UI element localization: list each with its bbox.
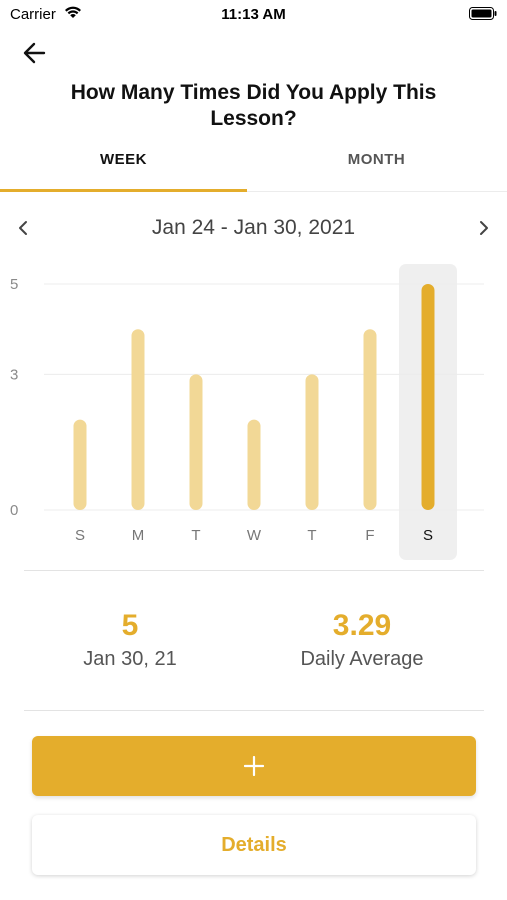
- add-button[interactable]: [32, 736, 476, 796]
- bar-0: [73, 419, 87, 510]
- plus-icon: [244, 756, 264, 776]
- daily-average-value: 3.29: [332, 609, 392, 642]
- y-tick-label: 5: [10, 276, 18, 293]
- bar-1: [131, 329, 145, 510]
- next-week-button[interactable]: [473, 216, 495, 240]
- x-tick-label: W: [247, 527, 262, 544]
- bar-6: [421, 284, 435, 510]
- x-tick-label: F: [365, 527, 374, 544]
- selected-day-stat: 5 Jan 30, 21: [30, 608, 230, 672]
- divider: [24, 570, 484, 571]
- date-range-nav: Jan 24 - Jan 30, 2021: [0, 210, 507, 246]
- bar-2: [189, 374, 203, 510]
- x-tick-label: M: [132, 527, 145, 544]
- battery-icon: [469, 7, 497, 20]
- back-button[interactable]: [20, 40, 50, 66]
- x-tick-label: S: [423, 527, 433, 544]
- bar-5: [363, 329, 377, 510]
- chevron-right-icon: [480, 221, 488, 235]
- x-tick-label: T: [191, 527, 200, 544]
- daily-average-stat: 3.29 Daily Average: [262, 608, 462, 672]
- daily-average-label: Daily Average: [300, 648, 424, 670]
- x-tick-label: T: [307, 527, 316, 544]
- tab-selected-indicator: [0, 189, 247, 192]
- tab-month[interactable]: MONTH: [253, 140, 500, 192]
- selected-day-value: 5: [121, 609, 139, 642]
- weekly-chart: 0 3 5 S M T W T F S: [0, 262, 507, 562]
- arrow-left-icon: [23, 42, 46, 64]
- date-range-label: Jan 24 - Jan 30, 2021: [151, 216, 356, 239]
- page-title: How Many Times Did You Apply This Lesson…: [70, 81, 437, 130]
- bar-3: [247, 419, 261, 510]
- details-button[interactable]: Details: [32, 815, 476, 875]
- selected-day-date: Jan 30, 21: [83, 648, 177, 670]
- y-tick-label: 3: [10, 366, 18, 383]
- clock: 11:13 AM: [221, 6, 286, 23]
- bar-4: [305, 374, 319, 510]
- y-tick-label: 0: [10, 502, 18, 519]
- tab-bar: WEEK MONTH: [0, 140, 507, 192]
- status-bar: Carrier 11:13 AM: [0, 0, 507, 28]
- x-tick-label: S: [75, 527, 85, 544]
- bar-chart: 0 3 5 S M T W T F S: [10, 264, 484, 560]
- tab-week[interactable]: WEEK: [0, 140, 247, 192]
- divider: [24, 710, 484, 711]
